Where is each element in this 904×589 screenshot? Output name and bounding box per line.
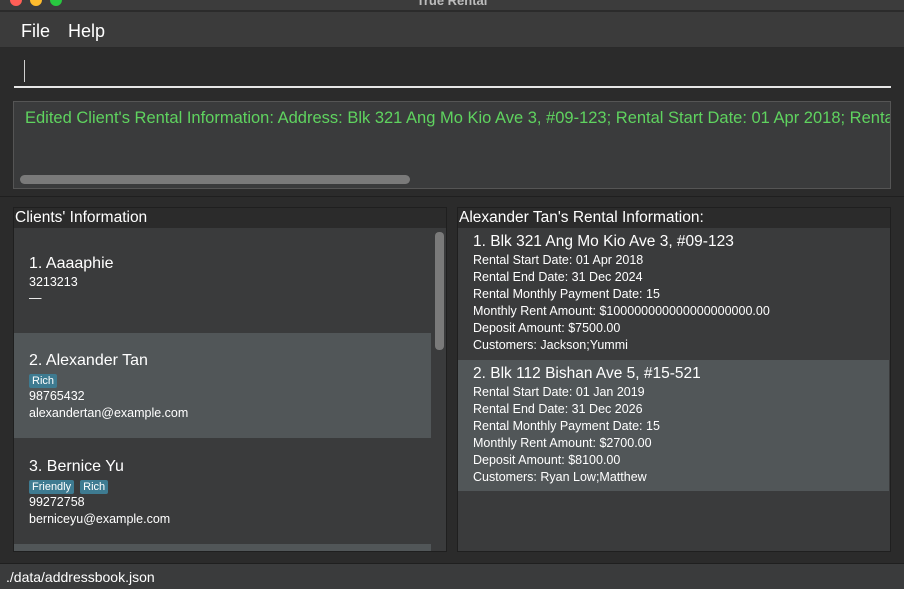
- client-name: 1. Aaaaphie: [29, 255, 114, 272]
- result-display: Edited Client's Rental Information: Addr…: [13, 101, 891, 189]
- client-card-2[interactable]: 2. Alexander Tan Rich 98765432 alexander…: [14, 333, 431, 438]
- rental-customers: Customers: Jackson;Yummi: [473, 338, 628, 352]
- status-bar: ./data/addressbook.json: [0, 563, 904, 589]
- client-email: alexandertan@example.com: [29, 406, 189, 420]
- client-phone: 3213213: [29, 275, 78, 289]
- client-tag: Friendly: [29, 480, 75, 494]
- window-titlebar: True Rental: [0, 0, 904, 10]
- client-tag: Rich: [29, 374, 58, 388]
- client-tag: Rich: [80, 480, 109, 494]
- client-name: 3. Bernice Yu: [29, 458, 124, 475]
- client-phone: 98765432: [29, 389, 85, 403]
- rental-card-1[interactable]: 1. Blk 321 Ang Mo Kio Ave 3, #09-123 Ren…: [458, 228, 889, 359]
- result-horizontal-scrollbar[interactable]: [20, 175, 410, 184]
- rental-payment-date: Rental Monthly Payment Date: 15: [473, 419, 660, 433]
- clients-scrollbar-thumb[interactable]: [435, 232, 444, 350]
- client-card-4-partial[interactable]: [14, 544, 431, 551]
- rental-card-2[interactable]: 2. Blk 112 Bishan Ave 5, #15-521 Rental …: [458, 360, 889, 491]
- rental-end-date: Rental End Date: 31 Dec 2024: [473, 270, 643, 284]
- client-email: berniceyu@example.com: [29, 512, 171, 526]
- rental-payment-date: Rental Monthly Payment Date: 15: [473, 287, 660, 301]
- rental-customers: Customers: Ryan Low;Matthew: [473, 470, 647, 484]
- client-name: 2. Alexander Tan: [29, 352, 148, 369]
- rental-rent-amount: Monthly Rent Amount: $100000000000000000…: [473, 304, 770, 318]
- result-message: Edited Client's Rental Information: Addr…: [25, 109, 891, 127]
- section-divider: [0, 196, 904, 197]
- rental-deposit-amount: Deposit Amount: $8100.00: [473, 453, 621, 467]
- status-file-path: ./data/addressbook.json: [6, 569, 155, 585]
- rental-deposit-amount: Deposit Amount: $7500.00: [473, 321, 621, 335]
- menu-help[interactable]: Help: [68, 21, 105, 42]
- text-caret: [24, 60, 25, 82]
- client-tags: Friendly Rich: [29, 477, 431, 495]
- rental-end-date: Rental End Date: 31 Dec 2026: [473, 402, 643, 416]
- client-email: —: [29, 291, 42, 305]
- clients-panel-header: Clients' Information: [14, 208, 446, 228]
- client-card-1[interactable]: 1. Aaaaphie 3213213 —: [14, 228, 431, 332]
- client-phone: 99272758: [29, 495, 85, 509]
- command-input[interactable]: [14, 58, 891, 88]
- rentals-panel: Alexander Tan's Rental Information: 1. B…: [457, 207, 891, 552]
- clients-panel: Clients' Information 1. Aaaaphie 3213213…: [13, 207, 447, 552]
- rental-address: 1. Blk 321 Ang Mo Kio Ave 3, #09-123: [473, 233, 734, 250]
- window-title: True Rental: [416, 0, 488, 8]
- rental-start-date: Rental Start Date: 01 Apr 2018: [473, 253, 644, 267]
- menu-file[interactable]: File: [21, 21, 50, 42]
- rental-rent-amount: Monthly Rent Amount: $2700.00: [473, 436, 652, 450]
- rental-start-date: Rental Start Date: 01 Jan 2019: [473, 385, 645, 399]
- client-card-3[interactable]: 3. Bernice Yu Friendly Rich 99272758 bern…: [14, 439, 431, 543]
- rental-address: 2. Blk 112 Bishan Ave 5, #15-521: [473, 365, 701, 382]
- client-tags: Rich: [29, 371, 431, 389]
- menu-bar: File Help: [0, 12, 904, 48]
- rentals-panel-header: Alexander Tan's Rental Information:: [458, 208, 890, 228]
